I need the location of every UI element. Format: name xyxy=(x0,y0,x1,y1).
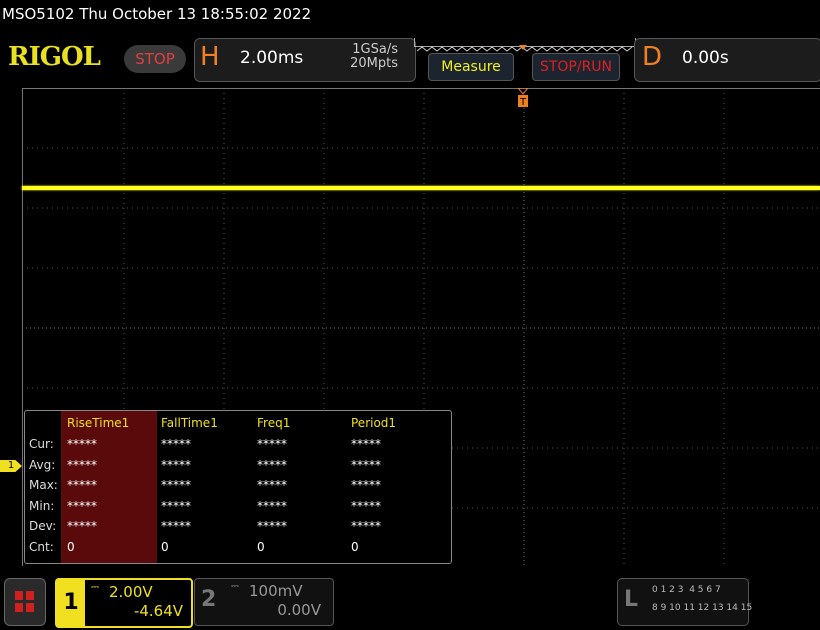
measure-row-label: Dev: xyxy=(29,519,57,533)
measure-cell: ***** xyxy=(257,437,287,451)
grid-menu-icon xyxy=(15,591,34,612)
memory-depth: 20Mpts xyxy=(350,56,398,71)
memory-ruler xyxy=(414,38,636,52)
measure-cell: ***** xyxy=(67,437,97,451)
measure-cell: ***** xyxy=(67,519,97,533)
measure-cell: ***** xyxy=(351,519,381,533)
trigger-position-marker[interactable]: T xyxy=(517,88,529,108)
menu-button[interactable] xyxy=(4,578,46,626)
logic-panel[interactable]: L 0 1 2 3 4 5 6 7 8 9 10 11 12 13 14 15 xyxy=(617,578,753,626)
svg-text:T: T xyxy=(519,97,527,108)
ch2-number: 2 xyxy=(201,587,217,612)
dc-coupling-icon: ⎓ xyxy=(91,582,99,593)
measure-header[interactable]: Freq1 xyxy=(257,416,290,430)
measure-row-label: Min: xyxy=(29,498,55,513)
measure-cell: ***** xyxy=(161,519,191,533)
measure-cell: 0 xyxy=(351,539,359,554)
measure-cell: ***** xyxy=(161,478,191,492)
measure-cell: 0 xyxy=(257,539,265,554)
measure-header[interactable]: FallTime1 xyxy=(161,416,218,430)
measure-cell: ***** xyxy=(351,478,381,492)
measure-cell: 0 xyxy=(67,539,75,554)
measure-cell: ***** xyxy=(67,457,97,472)
logic-channels-row2: 8 9 10 11 12 13 14 15 xyxy=(652,603,753,613)
measure-cell: 0 xyxy=(161,539,169,554)
ch1-number: 1 xyxy=(57,580,85,626)
measure-table: RiseTime1 FallTime1 Freq1 Period1 Cur: ***** *… xyxy=(24,410,452,564)
ch1-panel[interactable]: 1 ⎓ 2.00V -4.64V xyxy=(55,578,193,628)
run-state-badge[interactable]: STOP xyxy=(124,45,186,73)
ch2-panel[interactable]: 2 ⎓ 100mV 0.00V xyxy=(194,578,334,626)
measure-cell: ***** xyxy=(257,519,287,533)
logic-label: L xyxy=(624,587,639,612)
measure-cell: ***** xyxy=(351,457,381,472)
dc-coupling-icon: ⎓ xyxy=(231,581,239,592)
ch1-waveform xyxy=(22,186,820,190)
delay-label: D xyxy=(642,42,663,72)
measure-cell: ***** xyxy=(351,498,381,513)
window-title: MSO5102 Thu October 13 18:55:02 2022 xyxy=(2,5,312,23)
stop-run-button[interactable]: STOP/RUN xyxy=(532,53,620,81)
measure-header[interactable]: RiseTime1 xyxy=(67,416,129,430)
timebase-value: 2.00ms xyxy=(240,48,304,68)
ch1-scale: 2.00V xyxy=(109,583,153,601)
measure-cell: ***** xyxy=(161,437,191,451)
measure-cell: ***** xyxy=(161,498,191,513)
acquisition-info: 1GSa/s 20Mpts xyxy=(330,43,398,71)
measure-cell: ***** xyxy=(351,437,381,451)
measure-cell: ***** xyxy=(257,498,287,513)
measure-row-label: Max: xyxy=(29,478,58,492)
delay-value: 0.00s xyxy=(682,48,729,68)
sample-rate: 1GSa/s xyxy=(352,42,398,57)
measure-row-label: Cur: xyxy=(29,437,54,451)
measure-cell: ***** xyxy=(67,478,97,492)
measure-row-label: Avg: xyxy=(29,457,56,472)
ch1-offset: -4.64V xyxy=(133,602,183,620)
measure-cell: ***** xyxy=(257,478,287,492)
measure-cell: ***** xyxy=(161,457,191,472)
ch1-offset-marker[interactable]: 1 xyxy=(0,460,22,472)
rigol-logo: RIGOL xyxy=(8,42,101,72)
measure-button[interactable]: Measure xyxy=(428,53,514,81)
ch2-offset: 0.00V xyxy=(277,601,321,619)
measure-header[interactable]: Period1 xyxy=(351,416,396,430)
measure-cell: ***** xyxy=(257,457,287,472)
ch2-scale: 100mV xyxy=(249,582,303,600)
measure-cell: ***** xyxy=(67,498,97,513)
ruler-zigzag xyxy=(416,45,633,52)
logic-channels-row1: 0 1 2 3 4 5 6 7 xyxy=(652,585,721,595)
horizontal-label: H xyxy=(200,42,220,72)
measure-row-label: Cnt: xyxy=(29,539,54,554)
